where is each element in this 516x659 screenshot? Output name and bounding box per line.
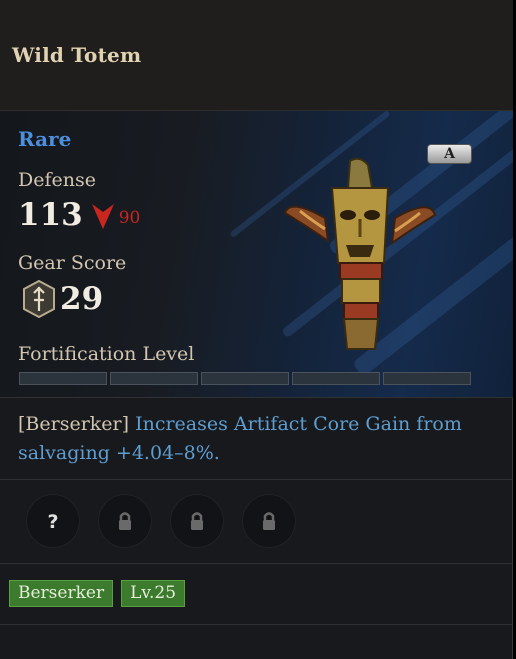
gear-score-label: Gear Score — [18, 252, 127, 274]
effect-class-prefix: [Berserker] — [18, 413, 130, 435]
section-divider — [0, 563, 513, 564]
item-tooltip: Wild Totem Rare A Defense 113 90 Gear Sc… — [0, 0, 513, 659]
socket-locked[interactable] — [242, 494, 296, 548]
socket-unknown[interactable]: ? — [26, 494, 80, 548]
fortification-level-bar — [19, 372, 471, 385]
lock-icon — [191, 512, 203, 530]
level-tag: Lv.25 — [121, 580, 186, 607]
socket-locked[interactable] — [98, 494, 152, 548]
tooltip-header: Wild Totem — [0, 0, 513, 111]
defense-value: 113 — [18, 197, 83, 233]
gear-score-row: 29 — [22, 279, 103, 319]
lock-icon — [119, 512, 131, 530]
section-divider — [0, 397, 513, 398]
defense-value-row: 113 90 — [18, 195, 140, 235]
svg-text:?: ? — [47, 511, 58, 533]
lock-icon — [263, 512, 275, 530]
item-name: Wild Totem — [12, 43, 142, 67]
fortification-segment — [292, 372, 380, 385]
class-tag: Berserker — [9, 580, 114, 607]
socket-locked[interactable] — [170, 494, 224, 548]
item-tags: Berserker Lv.25 — [9, 580, 186, 607]
gear-score-shield-icon — [23, 280, 55, 318]
gear-score-value: 29 — [60, 281, 104, 317]
item-effect-text: [Berserker] Increases Artifact Core Gain… — [18, 410, 488, 468]
defense-compare-value: 90 — [118, 208, 141, 228]
fortification-segment — [19, 372, 107, 385]
wild-totem-item-icon — [283, 157, 437, 350]
section-divider — [0, 624, 513, 625]
fortification-segment — [201, 372, 289, 385]
fortification-segment — [110, 372, 198, 385]
item-stats-section: Rare A Defense 113 90 Gear Score 29 Fort… — [0, 111, 513, 397]
fortification-segment — [383, 372, 471, 385]
item-rarity: Rare — [18, 127, 72, 151]
section-divider — [0, 479, 513, 480]
fortification-label: Fortification Level — [18, 343, 195, 365]
socket-row: ? — [26, 494, 296, 548]
question-mark-icon: ? — [47, 511, 58, 533]
defense-label: Defense — [18, 169, 96, 191]
down-arrow-icon — [91, 204, 114, 229]
